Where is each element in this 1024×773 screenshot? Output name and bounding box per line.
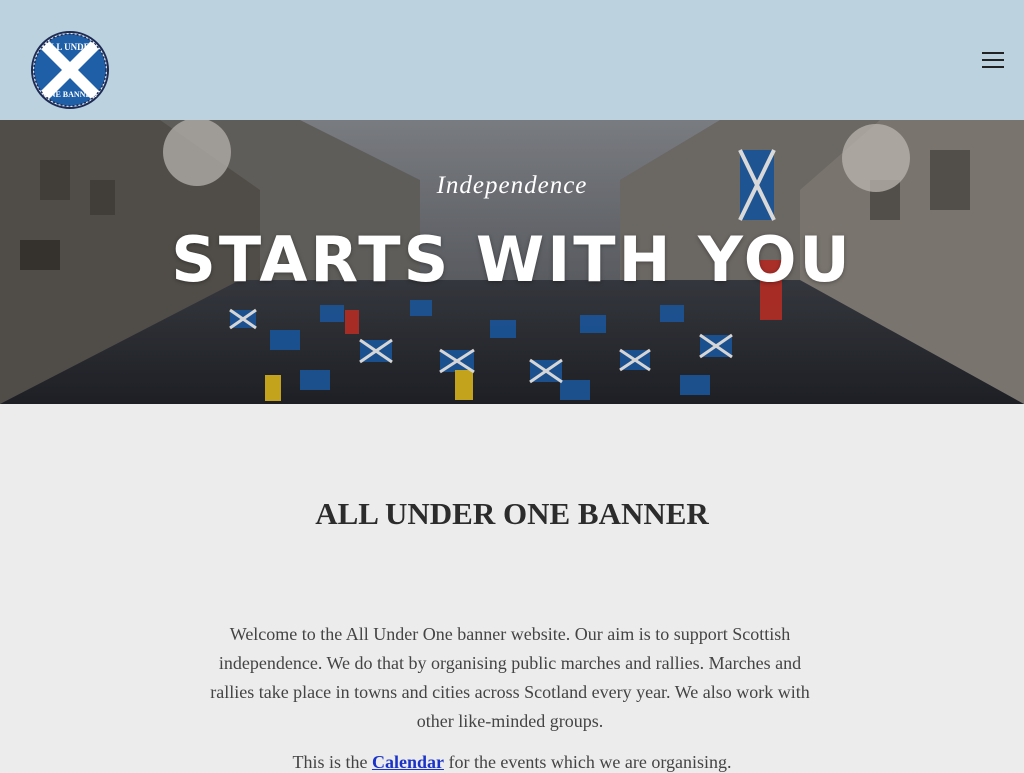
logo-text-bottom: ONE BANNER xyxy=(43,90,96,99)
intro-paragraph: Welcome to the All Under One banner webs… xyxy=(210,624,810,731)
hero-subtitle: Independence xyxy=(436,172,588,199)
menu-bar xyxy=(982,66,1004,68)
page-title: ALL UNDER ONE BANNER xyxy=(315,496,709,531)
hamburger-menu-icon[interactable] xyxy=(978,48,1008,72)
hero-banner: Independence STARTS WITH YOU xyxy=(0,120,1024,404)
site-header: ALL UNDER ONE BANNER xyxy=(0,0,1024,120)
calendar-paragraph: This is the Calendar for the events whic… xyxy=(0,752,1024,773)
hero-title: STARTS WITH YOU xyxy=(171,223,853,296)
calendar-prefix: This is the xyxy=(292,752,372,772)
logo-text-top: ALL UNDER xyxy=(44,42,97,52)
calendar-suffix: for the events which we are organising. xyxy=(443,752,732,772)
menu-bar xyxy=(982,59,1004,61)
calendar-link[interactable]: Calendar xyxy=(372,752,444,772)
menu-bar xyxy=(982,52,1004,54)
site-logo[interactable]: ALL UNDER ONE BANNER xyxy=(31,31,109,109)
